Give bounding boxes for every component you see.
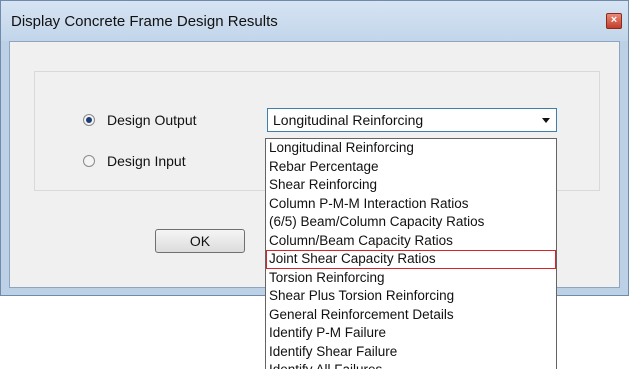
select-value: Longitudinal Reinforcing [273, 112, 424, 128]
dropdown-list: Longitudinal Reinforcing Rebar Percentage… [265, 138, 557, 369]
dropdown-option[interactable]: Shear Plus Torsion Reinforcing [266, 287, 556, 306]
dropdown-option[interactable]: Joint Shear Capacity Ratios [266, 250, 556, 269]
dropdown-option[interactable]: Identify Shear Failure [266, 343, 556, 362]
dropdown-option[interactable]: Rebar Percentage [266, 158, 556, 177]
dropdown-option[interactable]: General Reinforcement Details [266, 306, 556, 325]
window-title: Display Concrete Frame Design Results [11, 13, 278, 30]
chevron-down-icon[interactable] [542, 118, 550, 123]
title-bar[interactable]: Display Concrete Frame Design Results × [1, 1, 628, 41]
dropdown-option[interactable]: Identify P-M Failure [266, 324, 556, 343]
close-icon[interactable]: × [606, 13, 622, 29]
ok-button[interactable]: OK [155, 229, 245, 253]
dropdown-option[interactable]: Column P-M-M Interaction Ratios [266, 195, 556, 214]
radio-button-unchecked[interactable] [83, 155, 95, 167]
radio-design-output[interactable]: Design Output [83, 112, 197, 128]
radio-label: Design Output [107, 112, 197, 128]
radio-design-input[interactable]: Design Input [83, 153, 186, 169]
design-output-select[interactable]: Longitudinal Reinforcing [267, 108, 557, 132]
dropdown-option[interactable]: (6/5) Beam/Column Capacity Ratios [266, 213, 556, 232]
radio-label: Design Input [107, 153, 186, 169]
dropdown-option[interactable]: Shear Reinforcing [266, 176, 556, 195]
dropdown-option[interactable]: Column/Beam Capacity Ratios [266, 232, 556, 251]
radio-button-checked[interactable] [83, 114, 95, 126]
dropdown-option[interactable]: Torsion Reinforcing [266, 269, 556, 288]
dropdown-option[interactable]: Longitudinal Reinforcing [266, 139, 556, 158]
dropdown-option[interactable]: Identify All Failures [266, 361, 556, 369]
